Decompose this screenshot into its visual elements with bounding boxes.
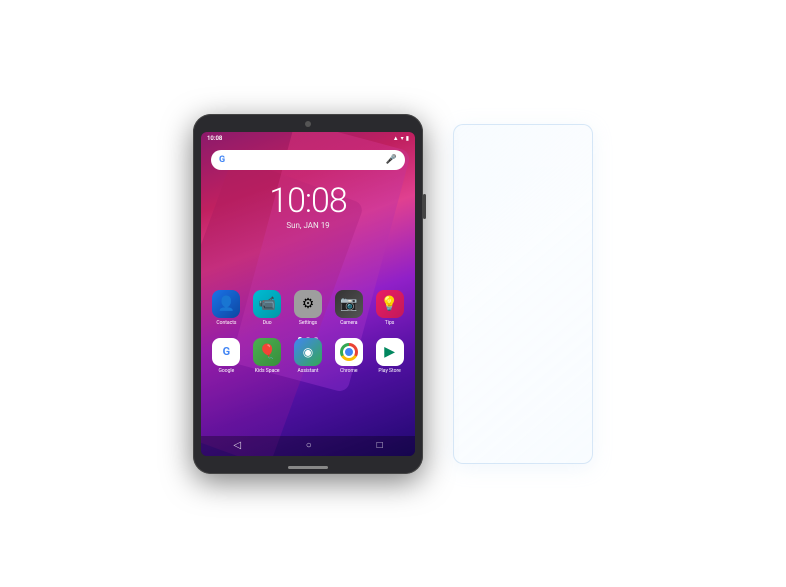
kids-space-label: Kids Space bbox=[255, 368, 280, 374]
screen-protector bbox=[453, 124, 593, 464]
tablet-body: 10:08 ▲ ▾ ▮ G 🎤 10:08 bbox=[193, 114, 423, 474]
app-row-1: 👤 Contacts 📹 Duo ⚙ Settings 📷 bbox=[201, 290, 415, 326]
chrome-label: Chrome bbox=[340, 368, 358, 374]
google-logo: G bbox=[219, 155, 225, 165]
mic-icon: 🎤 bbox=[386, 155, 397, 165]
app-tips[interactable]: 💡 Tips bbox=[372, 290, 408, 326]
app-chrome[interactable]: Chrome bbox=[331, 338, 367, 374]
google-label: Google bbox=[218, 368, 234, 374]
side-button bbox=[423, 194, 426, 219]
status-icons: ▲ ▾ ▮ bbox=[393, 135, 409, 142]
recent-button[interactable]: □ bbox=[377, 440, 383, 451]
camera-icon: 📷 bbox=[335, 290, 363, 318]
settings-label: Settings bbox=[299, 320, 317, 326]
app-camera[interactable]: 📷 Camera bbox=[331, 290, 367, 326]
clock-time: 10:08 bbox=[201, 184, 415, 218]
home-button[interactable]: ○ bbox=[306, 440, 312, 451]
wallpaper: 10:08 ▲ ▾ ▮ G 🎤 10:08 bbox=[201, 132, 415, 456]
status-bar: 10:08 ▲ ▾ ▮ bbox=[201, 132, 415, 146]
product-page: 10:08 ▲ ▾ ▮ G 🎤 10:08 bbox=[0, 0, 786, 587]
tips-icon: 💡 bbox=[376, 290, 404, 318]
app-duo[interactable]: 📹 Duo bbox=[249, 290, 285, 326]
front-camera bbox=[305, 121, 311, 127]
contacts-label: Contacts bbox=[216, 320, 236, 326]
tips-label: Tips bbox=[385, 320, 395, 326]
home-bar bbox=[288, 466, 328, 469]
app-kids-space[interactable]: 🎈 Kids Space bbox=[249, 338, 285, 374]
settings-icon: ⚙ bbox=[294, 290, 322, 318]
google-search-bar[interactable]: G 🎤 bbox=[211, 150, 405, 170]
app-google[interactable]: G Google bbox=[208, 338, 244, 374]
contacts-icon: 👤 bbox=[212, 290, 240, 318]
play-store-label: Play Store bbox=[378, 368, 400, 374]
battery-icon: ▮ bbox=[406, 135, 409, 142]
assistant-icon: ◉ bbox=[294, 338, 322, 366]
camera-label: Camera bbox=[340, 320, 357, 326]
clock-date: Sun, JAN 19 bbox=[201, 221, 415, 230]
google-icon: G bbox=[212, 338, 240, 366]
app-settings[interactable]: ⚙ Settings bbox=[290, 290, 326, 326]
back-button[interactable]: ◁ bbox=[233, 440, 241, 451]
play-store-icon: ▶ bbox=[376, 338, 404, 366]
wifi-icon: ▾ bbox=[401, 135, 404, 142]
chrome-icon bbox=[335, 338, 363, 366]
assistant-label: Assistant bbox=[297, 368, 318, 374]
app-assistant[interactable]: ◉ Assistant bbox=[290, 338, 326, 374]
tablet-screen: 10:08 ▲ ▾ ▮ G 🎤 10:08 bbox=[201, 132, 415, 456]
signal-icon: ▲ bbox=[393, 135, 399, 142]
duo-label: Duo bbox=[263, 320, 272, 326]
duo-icon: 📹 bbox=[253, 290, 281, 318]
app-row-2: G Google 🎈 Kids Space ◉ Assistant bbox=[201, 338, 415, 374]
app-contacts[interactable]: 👤 Contacts bbox=[208, 290, 244, 326]
navigation-bar: ◁ ○ □ bbox=[201, 436, 415, 456]
app-play-store[interactable]: ▶ Play Store bbox=[372, 338, 408, 374]
clock-display: 10:08 Sun, JAN 19 bbox=[201, 184, 415, 230]
status-time: 10:08 bbox=[207, 135, 222, 142]
kids-space-icon: 🎈 bbox=[253, 338, 281, 366]
tablet-device: 10:08 ▲ ▾ ▮ G 🎤 10:08 bbox=[193, 114, 423, 474]
